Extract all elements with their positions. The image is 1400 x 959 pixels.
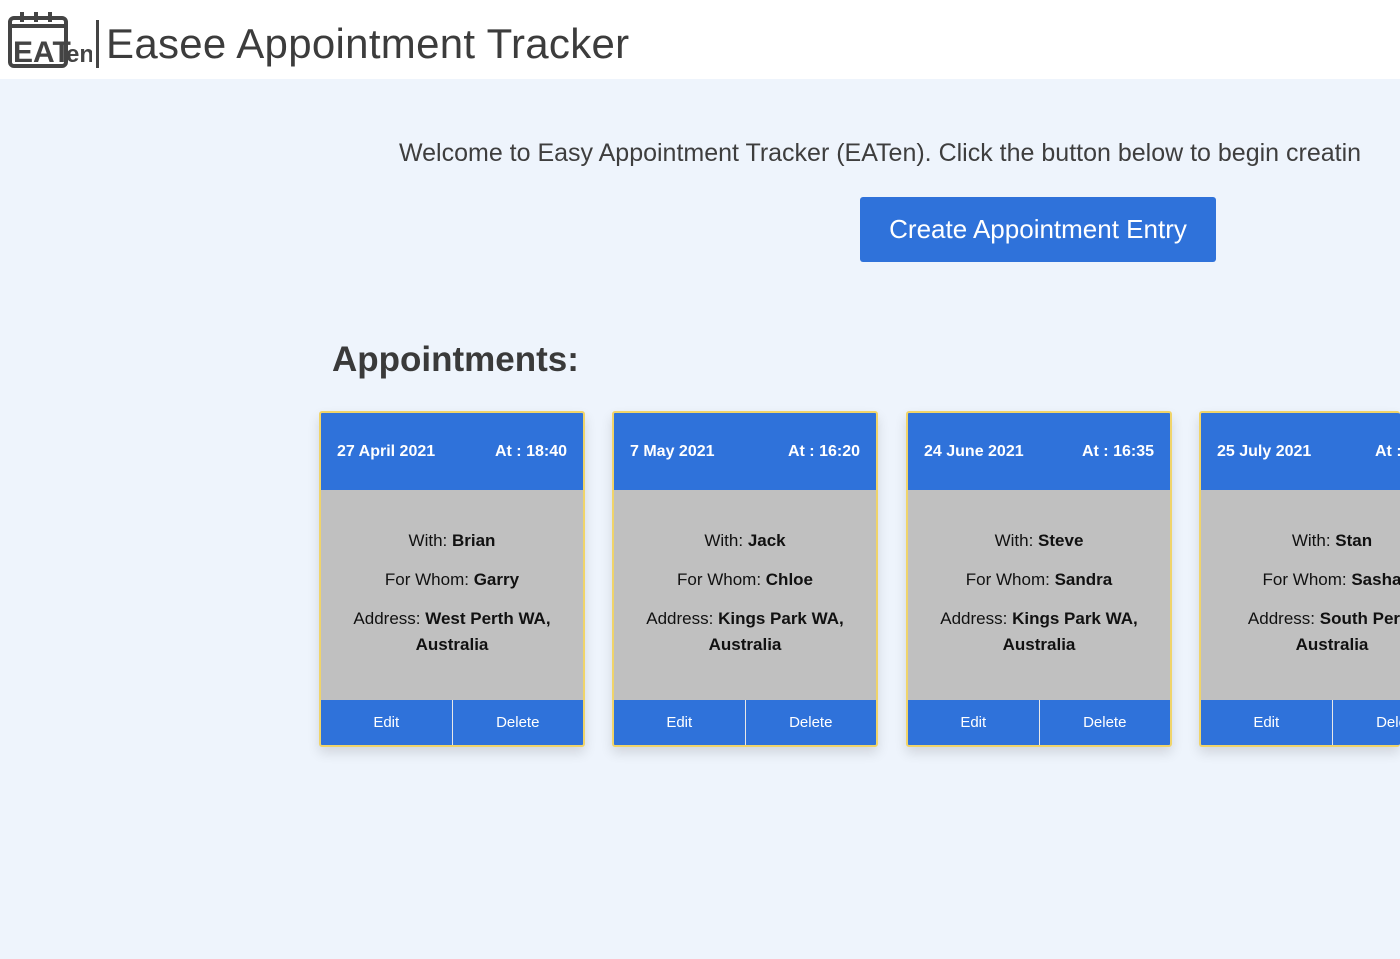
appointment-date: 24 June 2021 [924,443,1024,460]
edit-button[interactable]: Edit [1201,700,1333,745]
for-whom-value: Chloe [765,570,814,589]
for-whom-value: Sandra [1054,570,1113,589]
address-value: West Perth WA, [425,609,551,628]
address-value: South Perth [1319,609,1400,628]
for-whom-line: For Whom: Sandra [965,570,1113,589]
with-value: Stan [1335,531,1373,550]
calendar-logo-icon: EAT en [8,12,92,68]
edit-button[interactable]: Edit [321,700,453,745]
for-whom-line: For Whom: Sasha [1262,570,1400,589]
with-value: Jack [747,531,786,550]
for-whom-value: Sasha [1351,570,1400,589]
card-header: 7 May 2021 At : 16:20 [614,413,876,490]
address-line-2: Australia [321,632,583,658]
address-value: Kings Park WA, [718,609,844,628]
delete-button[interactable]: Delete [745,700,876,745]
with-value: Steve [1038,531,1084,550]
address-line: Address: West Perth WA, [353,609,551,628]
for-whom-value: Garry [473,570,520,589]
address-country: Australia [708,635,782,654]
delete-button[interactable]: Delete [1039,700,1170,745]
create-appointment-button[interactable]: Create Appointment Entry [860,197,1216,262]
svg-text:EAT: EAT [13,36,71,68]
address-line-2: Australia [614,632,876,658]
address-line-2: Australia [908,632,1170,658]
appointment-card: 7 May 2021 At : 16:20 With: Jack For Who… [612,411,878,747]
app-header: EAT en Easee Appointment Tracker [0,0,1400,79]
card-header: 24 June 2021 At : 16:35 [908,413,1170,490]
appointments-heading: Appointments: [332,340,579,379]
with-line: With: Stan [1291,531,1373,550]
card-footer: Edit Delete [614,700,876,745]
card-body: With: Stan For Whom: Sasha Address: Sout… [1201,490,1400,700]
card-body: With: Jack For Whom: Chloe Address: King… [614,490,876,700]
delete-button[interactable]: Delete [1332,700,1400,745]
card-header: 25 July 2021 At : [1201,413,1400,490]
address-line: Address: Kings Park WA, [646,609,844,628]
appointment-card: 25 July 2021 At : With: Stan For Whom: S… [1199,411,1400,747]
edit-button[interactable]: Edit [908,700,1040,745]
address-line-2: Australia [1201,632,1400,658]
for-whom-line: For Whom: Garry [384,570,520,589]
svg-text:en: en [66,41,92,68]
card-body: With: Steve For Whom: Sandra Address: Ki… [908,490,1170,700]
delete-button[interactable]: Delete [452,700,583,745]
appointment-time: At : [1375,443,1400,460]
with-line: With: Brian [408,531,496,550]
card-footer: Edit Delete [1201,700,1400,745]
address-country: Australia [415,635,489,654]
address-line: Address: South Perth [1201,606,1400,632]
appointment-date: 27 April 2021 [337,443,436,460]
address-line: Address: Kings Park WA, [940,609,1138,628]
with-line: With: Steve [994,531,1084,550]
appointment-time: At : 16:35 [1081,443,1154,460]
with-value: Brian [451,531,496,550]
card-footer: Edit Delete [321,700,583,745]
appointment-date: 7 May 2021 [630,443,715,460]
appointment-card: 24 June 2021 At : 16:35 With: Steve For … [906,411,1172,747]
appointment-date: 25 July 2021 [1217,443,1312,460]
edit-button[interactable]: Edit [614,700,746,745]
address-country: Australia [1002,635,1076,654]
appointment-card: 27 April 2021 At : 18:40 With: Brian For… [319,411,585,747]
for-whom-line: For Whom: Chloe [676,570,814,589]
logo-divider [96,20,99,68]
appointment-time: At : 16:20 [787,443,860,460]
card-header: 27 April 2021 At : 18:40 [321,413,583,490]
with-line: With: Jack [704,531,786,550]
appointment-time: At : 18:40 [494,443,567,460]
card-footer: Edit Delete [908,700,1170,745]
card-body: With: Brian For Whom: Garry Address: Wes… [321,490,583,700]
welcome-text: Welcome to Easy Appointment Tracker (EAT… [399,139,1362,167]
app-title: Easee Appointment Tracker [106,20,630,67]
address-value: Kings Park WA, [1012,609,1138,628]
address-country: Australia [1295,635,1369,654]
